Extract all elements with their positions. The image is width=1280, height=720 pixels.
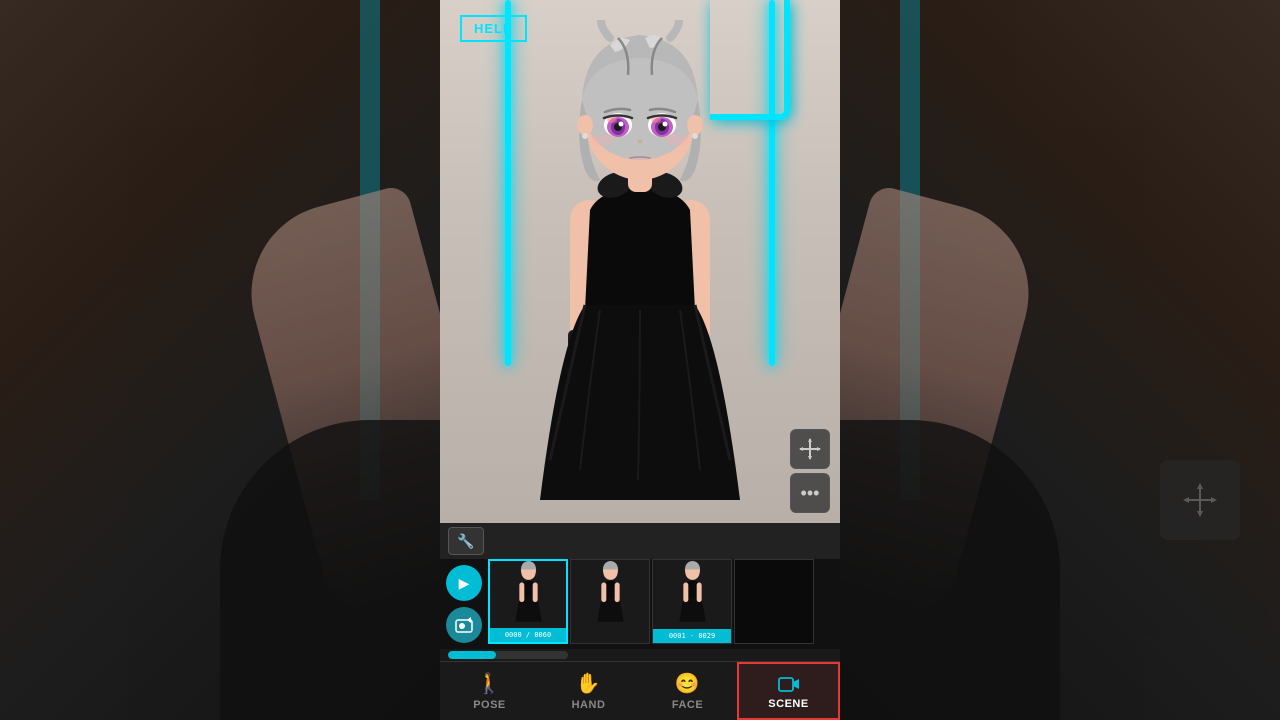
- frame-thumb-3[interactable]: 0001 - 0029: [652, 559, 732, 644]
- frame-4-image: [735, 560, 813, 626]
- move-button[interactable]: [790, 429, 830, 469]
- toolbar-row: 🔧: [440, 523, 840, 559]
- pose-label: POSE: [473, 699, 506, 711]
- bottom-panel: 🔧 ▶: [440, 523, 840, 720]
- hand-icon: ✋: [576, 671, 601, 696]
- hand-label: HAND: [572, 699, 606, 711]
- frame-3-label: 0001 - 0029: [653, 629, 731, 643]
- scene-icon: [778, 672, 800, 695]
- frame-thumb-1[interactable]: 0000 / 0060: [488, 559, 568, 644]
- tab-face[interactable]: 😊 FACE: [638, 662, 737, 720]
- move-controls: •••: [790, 429, 830, 513]
- progress-bar-fill: [448, 651, 496, 659]
- scene-label: SCENE: [768, 698, 808, 710]
- play-icon: ▶: [459, 575, 470, 592]
- frame-thumb-2[interactable]: [570, 559, 650, 644]
- frame-1-image: [490, 561, 566, 626]
- camera-icon: [455, 616, 473, 634]
- character-viewport: HELP: [440, 0, 840, 523]
- wrench-button[interactable]: 🔧: [448, 527, 484, 555]
- frame-1-label: 0000 / 0060: [490, 628, 566, 642]
- bg-move-control: [1160, 460, 1240, 540]
- frame-3-image: [653, 560, 731, 626]
- record-button[interactable]: [446, 607, 482, 643]
- main-panel: HELP: [440, 0, 840, 720]
- wrench-icon: 🔧: [457, 533, 474, 550]
- bg-right-dress: [840, 420, 1060, 720]
- progress-row: [440, 649, 840, 661]
- tab-scene[interactable]: SCENE: [737, 662, 840, 720]
- help-button[interactable]: HELP: [460, 15, 527, 42]
- frame-2-image: [571, 560, 649, 626]
- more-options-button[interactable]: •••: [790, 473, 830, 513]
- bg-left-panel: [0, 0, 440, 720]
- nav-tabs: 🚶 POSE ✋ HAND 😊 FACE SCENE: [440, 661, 840, 720]
- bg-right-panel: [840, 0, 1280, 720]
- face-label: FACE: [672, 699, 703, 711]
- timeline-controls: ▶: [440, 559, 488, 649]
- more-dots-icon: •••: [801, 483, 820, 504]
- face-icon: 😊: [675, 671, 700, 696]
- timeline-strip: ▶: [440, 559, 840, 649]
- character-area: [440, 0, 840, 523]
- frame-thumb-4[interactable]: [734, 559, 814, 644]
- progress-bar-bg: [448, 651, 568, 659]
- pose-icon: 🚶: [477, 671, 502, 696]
- tab-hand[interactable]: ✋ HAND: [539, 662, 638, 720]
- play-button[interactable]: ▶: [446, 565, 482, 601]
- frames-container: 0000 / 0060: [488, 559, 840, 649]
- tab-pose[interactable]: 🚶 POSE: [440, 662, 539, 720]
- bg-left-dress: [220, 420, 440, 720]
